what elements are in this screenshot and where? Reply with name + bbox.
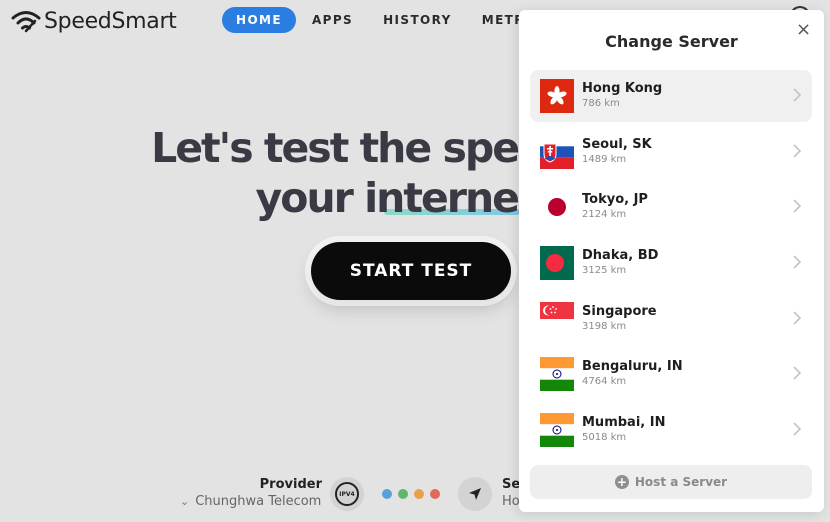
status-dot-orange (414, 489, 424, 499)
server-city: Seoul, SK (582, 136, 652, 152)
server-item-seoul[interactable]: Seoul, SK 1489 km (530, 126, 812, 178)
chevron-right-icon (793, 144, 802, 158)
server-distance: 3125 km (582, 265, 627, 277)
server-city: Hong Kong (582, 81, 663, 96)
server-value: Ho (502, 494, 520, 509)
server-item-bengaluru[interactable]: Bengaluru, IN 4764 km (530, 348, 812, 400)
brand-logo[interactable]: SpeedSmart (10, 7, 177, 35)
server-distance: 4764 km (582, 376, 627, 388)
server-city: Singapore (582, 303, 657, 319)
host-server-button[interactable]: + Host a Server (530, 465, 812, 499)
nav-history[interactable]: HISTORY (369, 7, 466, 33)
slovakia-flag-icon (540, 134, 574, 169)
provider-selector[interactable]: ⌄ Chunghwa Telecom (180, 494, 321, 509)
server-item-tokyo[interactable]: Tokyo, JP 2124 km (530, 181, 812, 233)
server-distance: 786 km (582, 98, 620, 109)
change-server-modal: Change Server × Hong Kong 786 km Seoul, … (519, 10, 824, 512)
chevron-right-icon (793, 199, 802, 213)
japan-flag-icon (540, 190, 574, 225)
chevron-right-icon (793, 311, 802, 325)
status-dot-green (398, 489, 408, 499)
close-icon[interactable]: × (796, 19, 811, 40)
plus-icon: + (614, 475, 629, 489)
chevron-down-icon: ⌄ (180, 495, 190, 508)
provider-value: Chunghwa Telecom (195, 494, 322, 509)
modal-title: Change Server (605, 32, 738, 51)
bangladesh-flag-icon (540, 246, 574, 281)
singapore-flag-icon (540, 301, 574, 336)
hong-kong-flag-icon (540, 79, 574, 113)
server-city: Mumbai, IN (582, 415, 666, 431)
server-distance: 2124 km (582, 209, 627, 221)
wifi-logo-icon (11, 11, 41, 33)
status-dot-blue (382, 489, 392, 499)
india-flag-icon (540, 413, 574, 448)
ipv4-badge: IPV4 (335, 482, 359, 506)
host-server-label: Host a Server (634, 475, 728, 489)
server-distance: 5018 km (582, 432, 627, 444)
status-dot-red (430, 489, 440, 499)
server-label: Se (502, 477, 521, 492)
server-city: Dhaka, BD (582, 248, 659, 264)
nav-apps[interactable]: APPS (298, 7, 367, 33)
main-nav: HOME APPS HISTORY METRICS (222, 7, 567, 33)
start-test-button[interactable]: START TEST (311, 242, 511, 300)
chevron-right-icon (793, 88, 802, 102)
server-distance: 3198 km (582, 320, 627, 332)
server-item-dhaka[interactable]: Dhaka, BD 3125 km (530, 237, 812, 289)
server-item-hong-kong[interactable]: Hong Kong 786 km (530, 70, 812, 122)
server-list: Hong Kong 786 km Seoul, SK 1489 km Tokyo… (530, 70, 812, 460)
ip-version-toggle[interactable]: IPV4 (330, 477, 364, 511)
brand-name: SpeedSmart (44, 8, 177, 34)
server-location-button[interactable] (458, 477, 492, 511)
server-distance: 1489 km (582, 153, 627, 165)
chevron-right-icon (793, 422, 802, 436)
chevron-right-icon (793, 255, 802, 269)
provider-label: Provider (259, 477, 322, 492)
hero-heading-line2: your interne (255, 174, 520, 222)
server-item-singapore[interactable]: Singapore 3198 km (530, 293, 812, 345)
navigation-arrow-icon (469, 488, 481, 500)
server-city: Tokyo, JP (582, 192, 648, 208)
india-flag-icon (540, 357, 574, 392)
server-item-mumbai[interactable]: Mumbai, IN 5018 km (530, 404, 812, 456)
nav-home[interactable]: HOME (222, 7, 296, 33)
hero-heading-line1: Let's test the spe (151, 124, 520, 172)
server-city: Bengaluru, IN (582, 359, 683, 375)
chevron-right-icon (793, 366, 802, 381)
